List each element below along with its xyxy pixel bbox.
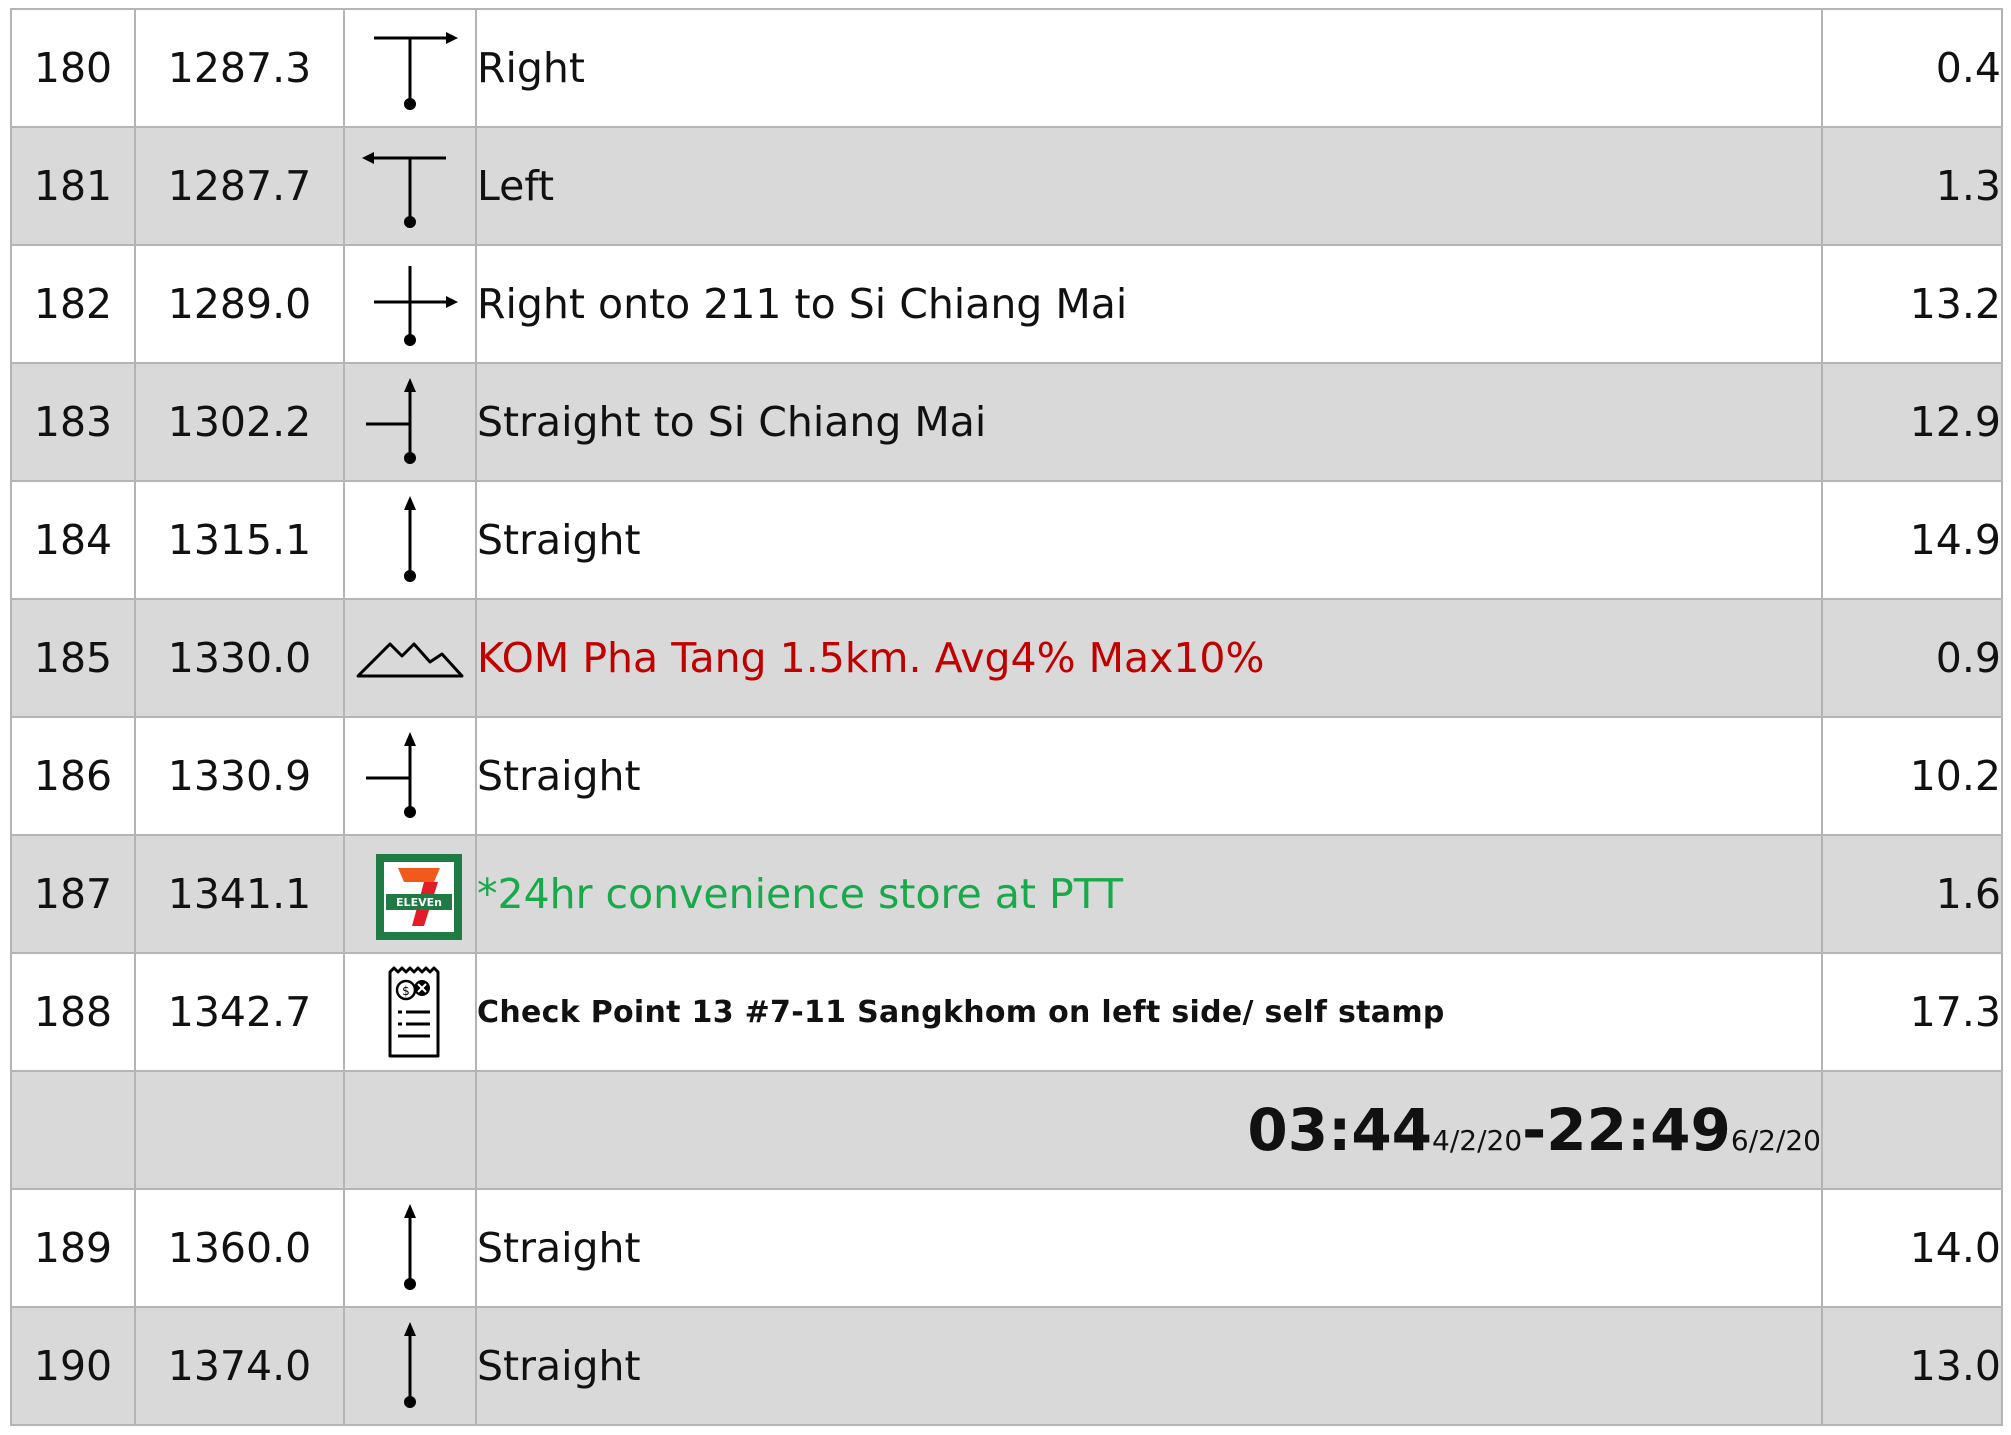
table-row: 184 1315.1 Straight 14.9 bbox=[10, 480, 2003, 600]
checkpoint-time-row: 03:444/2/20-22:496/2/20 bbox=[10, 1070, 2003, 1190]
cumulative-distance: 1330.0 bbox=[134, 598, 345, 718]
table-row: 187 1341.1 ELEVEn *24hr convenience stor… bbox=[10, 834, 2003, 954]
table-row: 181 1287.7 Left 1.3 bbox=[10, 126, 2003, 246]
step-number: 188 bbox=[10, 952, 136, 1072]
step-number: 184 bbox=[10, 480, 136, 600]
straight-icon bbox=[343, 480, 477, 600]
straight-junction-left-icon bbox=[343, 716, 477, 836]
straight-junction-left-icon bbox=[343, 362, 477, 482]
cumulative-distance: 1315.1 bbox=[134, 480, 345, 600]
svg-text:$: $ bbox=[402, 984, 410, 998]
table-row: 182 1289.0 Right onto 211 to Si Chiang M… bbox=[10, 244, 2003, 364]
segment-distance: 10.2 bbox=[1821, 716, 2003, 836]
cumulative-distance: 1287.7 bbox=[134, 126, 345, 246]
empty-cell bbox=[343, 1070, 477, 1190]
empty-cell bbox=[10, 1070, 136, 1190]
turn-right-icon bbox=[343, 8, 477, 128]
step-number: 183 bbox=[10, 362, 136, 482]
instruction: Left bbox=[475, 126, 1823, 246]
table-row: 188 1342.7 $ Check Point 13 #7-11 Sangkh… bbox=[10, 952, 2003, 1072]
empty-cell bbox=[134, 1070, 345, 1190]
table-row: 189 1360.0 Straight 14.0 bbox=[10, 1188, 2003, 1308]
mountain-icon bbox=[343, 598, 477, 718]
segment-distance: 1.3 bbox=[1821, 126, 2003, 246]
receipt-icon: $ bbox=[343, 952, 477, 1072]
empty-cell bbox=[1821, 1070, 2003, 1190]
cumulative-distance: 1360.0 bbox=[134, 1188, 345, 1308]
checkpoint-time-window: 03:444/2/20-22:496/2/20 bbox=[475, 1070, 1823, 1190]
instruction: Straight bbox=[475, 480, 1823, 600]
step-number: 180 bbox=[10, 8, 136, 128]
straight-icon bbox=[343, 1188, 477, 1308]
instruction: Straight bbox=[475, 1306, 1823, 1426]
time-separator: - bbox=[1522, 1096, 1547, 1164]
table-row: 186 1330.9 Straight 10.2 bbox=[10, 716, 2003, 836]
cumulative-distance: 1287.3 bbox=[134, 8, 345, 128]
step-number: 186 bbox=[10, 716, 136, 836]
instruction: Straight bbox=[475, 716, 1823, 836]
step-number: 190 bbox=[10, 1306, 136, 1426]
instruction: Straight bbox=[475, 1188, 1823, 1308]
step-number: 181 bbox=[10, 126, 136, 246]
cumulative-distance: 1330.9 bbox=[134, 716, 345, 836]
step-number: 189 bbox=[10, 1188, 136, 1308]
instruction: Straight to Si Chiang Mai bbox=[475, 362, 1823, 482]
close-date: 6/2/20 bbox=[1730, 1124, 1821, 1157]
step-number: 182 bbox=[10, 244, 136, 364]
open-time: 03:44 bbox=[1247, 1096, 1433, 1164]
kom-instruction: KOM Pha Tang 1.5km. Avg4% Max10% bbox=[475, 598, 1823, 718]
turn-left-icon bbox=[343, 126, 477, 246]
step-number: 187 bbox=[10, 834, 136, 954]
cumulative-distance: 1342.7 bbox=[134, 952, 345, 1072]
cumulative-distance: 1302.2 bbox=[134, 362, 345, 482]
close-time: 22:49 bbox=[1546, 1096, 1731, 1164]
table-row: 180 1287.3 Right 0.4 bbox=[10, 8, 2003, 128]
segment-distance: 17.3 bbox=[1821, 952, 2003, 1072]
segment-distance: 13.0 bbox=[1821, 1306, 2003, 1426]
crossroad-right-icon bbox=[343, 244, 477, 364]
table-row: 190 1374.0 Straight 13.0 bbox=[10, 1306, 2003, 1426]
instruction: Right bbox=[475, 8, 1823, 128]
segment-distance: 14.9 bbox=[1821, 480, 2003, 600]
straight-icon bbox=[343, 1306, 477, 1426]
cumulative-distance: 1374.0 bbox=[134, 1306, 345, 1426]
cumulative-distance: 1289.0 bbox=[134, 244, 345, 364]
store-note: *24hr convenience store at PTT bbox=[475, 834, 1823, 954]
cumulative-distance: 1341.1 bbox=[134, 834, 345, 954]
segment-distance: 12.9 bbox=[1821, 362, 2003, 482]
seven-eleven-logo: ELEVEn bbox=[343, 834, 477, 954]
cue-table: 180 1287.3 Right 0.4 181 1287.7 Left 1.3… bbox=[10, 8, 2003, 1426]
open-date: 4/2/20 bbox=[1432, 1124, 1523, 1157]
svg-text:ELEVEn: ELEVEn bbox=[396, 896, 442, 909]
table-row: 183 1302.2 Straight to Si Chiang Mai 12.… bbox=[10, 362, 2003, 482]
segment-distance: 0.9 bbox=[1821, 598, 2003, 718]
cue-sheet: 180 1287.3 Right 0.4 181 1287.7 Left 1.3… bbox=[10, 8, 2003, 1426]
table-row: 185 1330.0 KOM Pha Tang 1.5km. Avg4% Max… bbox=[10, 598, 2003, 718]
segment-distance: 13.2 bbox=[1821, 244, 2003, 364]
segment-distance: 1.6 bbox=[1821, 834, 2003, 954]
segment-distance: 14.0 bbox=[1821, 1188, 2003, 1308]
step-number: 185 bbox=[10, 598, 136, 718]
checkpoint-instruction: Check Point 13 #7-11 Sangkhom on left si… bbox=[475, 952, 1823, 1072]
segment-distance: 0.4 bbox=[1821, 8, 2003, 128]
instruction: Right onto 211 to Si Chiang Mai bbox=[475, 244, 1823, 364]
